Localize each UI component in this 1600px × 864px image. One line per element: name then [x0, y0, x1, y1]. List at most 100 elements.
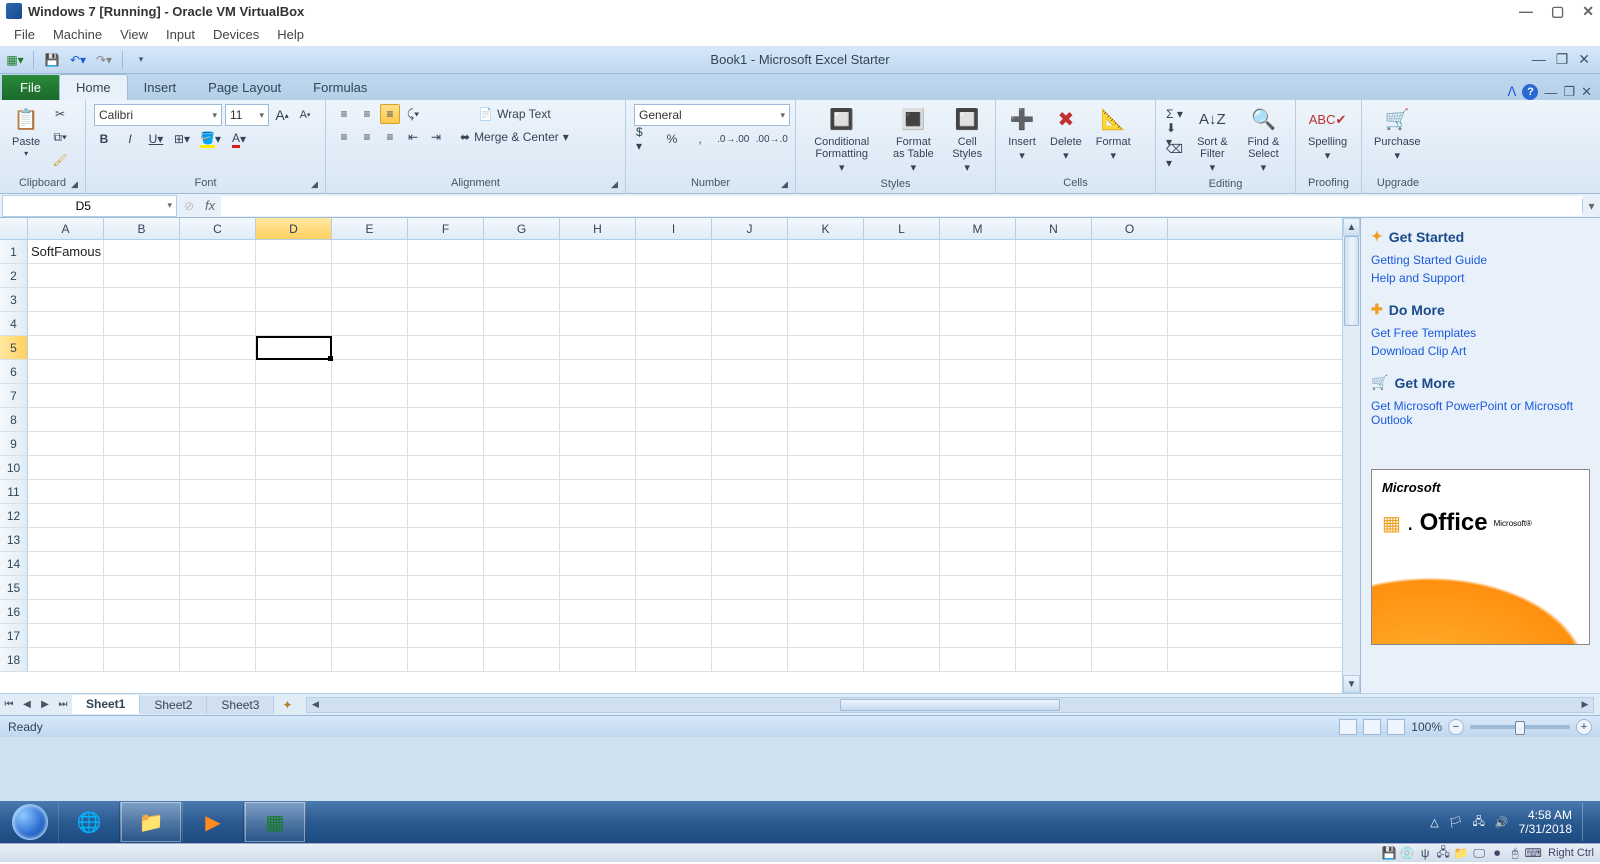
cell-E7[interactable] — [332, 384, 408, 407]
show-hidden-icons[interactable]: △ — [1430, 816, 1438, 829]
workbook-restore-button[interactable]: ❐ — [1563, 84, 1575, 100]
cell-O3[interactable] — [1092, 288, 1168, 311]
cell-D5[interactable] — [256, 336, 332, 359]
cell-H13[interactable] — [560, 528, 636, 551]
cell-A10[interactable] — [28, 456, 104, 479]
decrease-indent-icon[interactable]: ⇤ — [403, 127, 423, 147]
cell-O7[interactable] — [1092, 384, 1168, 407]
network-icon[interactable]: 🖧 — [1473, 813, 1485, 832]
formula-input[interactable] — [221, 196, 1582, 216]
cell-M17[interactable] — [940, 624, 1016, 647]
cell-D13[interactable] — [256, 528, 332, 551]
cell-O18[interactable] — [1092, 648, 1168, 671]
row-header-12[interactable]: 12 — [0, 504, 28, 527]
cell-N9[interactable] — [1016, 432, 1092, 455]
cell-N6[interactable] — [1016, 360, 1092, 383]
cell-N1[interactable] — [1016, 240, 1092, 263]
excel-app-icon[interactable]: ▦▾ — [4, 50, 26, 70]
qat-undo-icon[interactable]: ↶▾ — [67, 50, 89, 70]
row-header-8[interactable]: 8 — [0, 408, 28, 431]
cell-J11[interactable] — [712, 480, 788, 503]
cell-K2[interactable] — [788, 264, 864, 287]
column-header-E[interactable]: E — [332, 218, 408, 239]
align-top-icon[interactable]: ≡ — [334, 104, 354, 124]
cell-G3[interactable] — [484, 288, 560, 311]
cell-G16[interactable] — [484, 600, 560, 623]
row-header-7[interactable]: 7 — [0, 384, 28, 407]
cell-F18[interactable] — [408, 648, 484, 671]
excel-minimize-button[interactable]: — — [1532, 51, 1546, 68]
sheet-nav-last-icon[interactable]: ⏭ — [54, 699, 72, 710]
increase-indent-icon[interactable]: ⇥ — [426, 127, 446, 147]
row-header-6[interactable]: 6 — [0, 360, 28, 383]
cell-O4[interactable] — [1092, 312, 1168, 335]
cell-M14[interactable] — [940, 552, 1016, 575]
cell-I14[interactable] — [636, 552, 712, 575]
cell-L7[interactable] — [864, 384, 940, 407]
row-header-5[interactable]: 5 — [0, 336, 28, 359]
cell-O13[interactable] — [1092, 528, 1168, 551]
cell-A5[interactable] — [28, 336, 104, 359]
help-icon[interactable]: ? — [1522, 84, 1538, 100]
cell-J12[interactable] — [712, 504, 788, 527]
cell-M10[interactable] — [940, 456, 1016, 479]
cell-H8[interactable] — [560, 408, 636, 431]
alignment-launcher-icon[interactable]: ◢ — [611, 179, 623, 191]
cell-G17[interactable] — [484, 624, 560, 647]
cell-M13[interactable] — [940, 528, 1016, 551]
copy-icon[interactable]: ⧉▾ — [50, 127, 70, 147]
cell-B9[interactable] — [104, 432, 180, 455]
cell-A6[interactable] — [28, 360, 104, 383]
row-header-3[interactable]: 3 — [0, 288, 28, 311]
cell-H17[interactable] — [560, 624, 636, 647]
cell-C13[interactable] — [180, 528, 256, 551]
column-header-M[interactable]: M — [940, 218, 1016, 239]
cell-C11[interactable] — [180, 480, 256, 503]
cell-N14[interactable] — [1016, 552, 1092, 575]
cell-D10[interactable] — [256, 456, 332, 479]
cell-D2[interactable] — [256, 264, 332, 287]
cell-F15[interactable] — [408, 576, 484, 599]
cell-J3[interactable] — [712, 288, 788, 311]
cell-H10[interactable] — [560, 456, 636, 479]
cell-F16[interactable] — [408, 600, 484, 623]
cell-B18[interactable] — [104, 648, 180, 671]
cell-O14[interactable] — [1092, 552, 1168, 575]
cell-B10[interactable] — [104, 456, 180, 479]
cell-L12[interactable] — [864, 504, 940, 527]
cell-L3[interactable] — [864, 288, 940, 311]
cell-G11[interactable] — [484, 480, 560, 503]
qat-customize-icon[interactable]: ▾ — [130, 50, 152, 70]
cell-I12[interactable] — [636, 504, 712, 527]
cell-E5[interactable] — [332, 336, 408, 359]
number-launcher-icon[interactable]: ◢ — [781, 179, 793, 191]
cell-L4[interactable] — [864, 312, 940, 335]
cell-M1[interactable] — [940, 240, 1016, 263]
cell-I16[interactable] — [636, 600, 712, 623]
cell-B8[interactable] — [104, 408, 180, 431]
cell-I15[interactable] — [636, 576, 712, 599]
cell-L13[interactable] — [864, 528, 940, 551]
cell-J16[interactable] — [712, 600, 788, 623]
percent-format-icon[interactable]: % — [662, 129, 682, 149]
sheet-nav-next-icon[interactable]: ▶ — [36, 699, 54, 710]
column-header-H[interactable]: H — [560, 218, 636, 239]
new-sheet-icon[interactable]: ✦ — [274, 698, 300, 712]
cell-N4[interactable] — [1016, 312, 1092, 335]
cell-C18[interactable] — [180, 648, 256, 671]
cell-J8[interactable] — [712, 408, 788, 431]
number-format-combo[interactable]: General▾ — [634, 104, 790, 126]
taskbar-ie-button[interactable]: 🌐 — [58, 802, 120, 842]
cell-C16[interactable] — [180, 600, 256, 623]
cell-F12[interactable] — [408, 504, 484, 527]
cell-C6[interactable] — [180, 360, 256, 383]
border-icon[interactable]: ⊞▾ — [172, 129, 192, 149]
cell-I2[interactable] — [636, 264, 712, 287]
cell-M3[interactable] — [940, 288, 1016, 311]
cell-K5[interactable] — [788, 336, 864, 359]
cell-C7[interactable] — [180, 384, 256, 407]
wrap-text-button[interactable]: 📄 Wrap Text — [458, 104, 571, 124]
excel-close-button[interactable]: ✕ — [1578, 51, 1590, 68]
underline-button[interactable]: U▾ — [146, 129, 166, 149]
select-all-corner[interactable] — [0, 218, 28, 239]
